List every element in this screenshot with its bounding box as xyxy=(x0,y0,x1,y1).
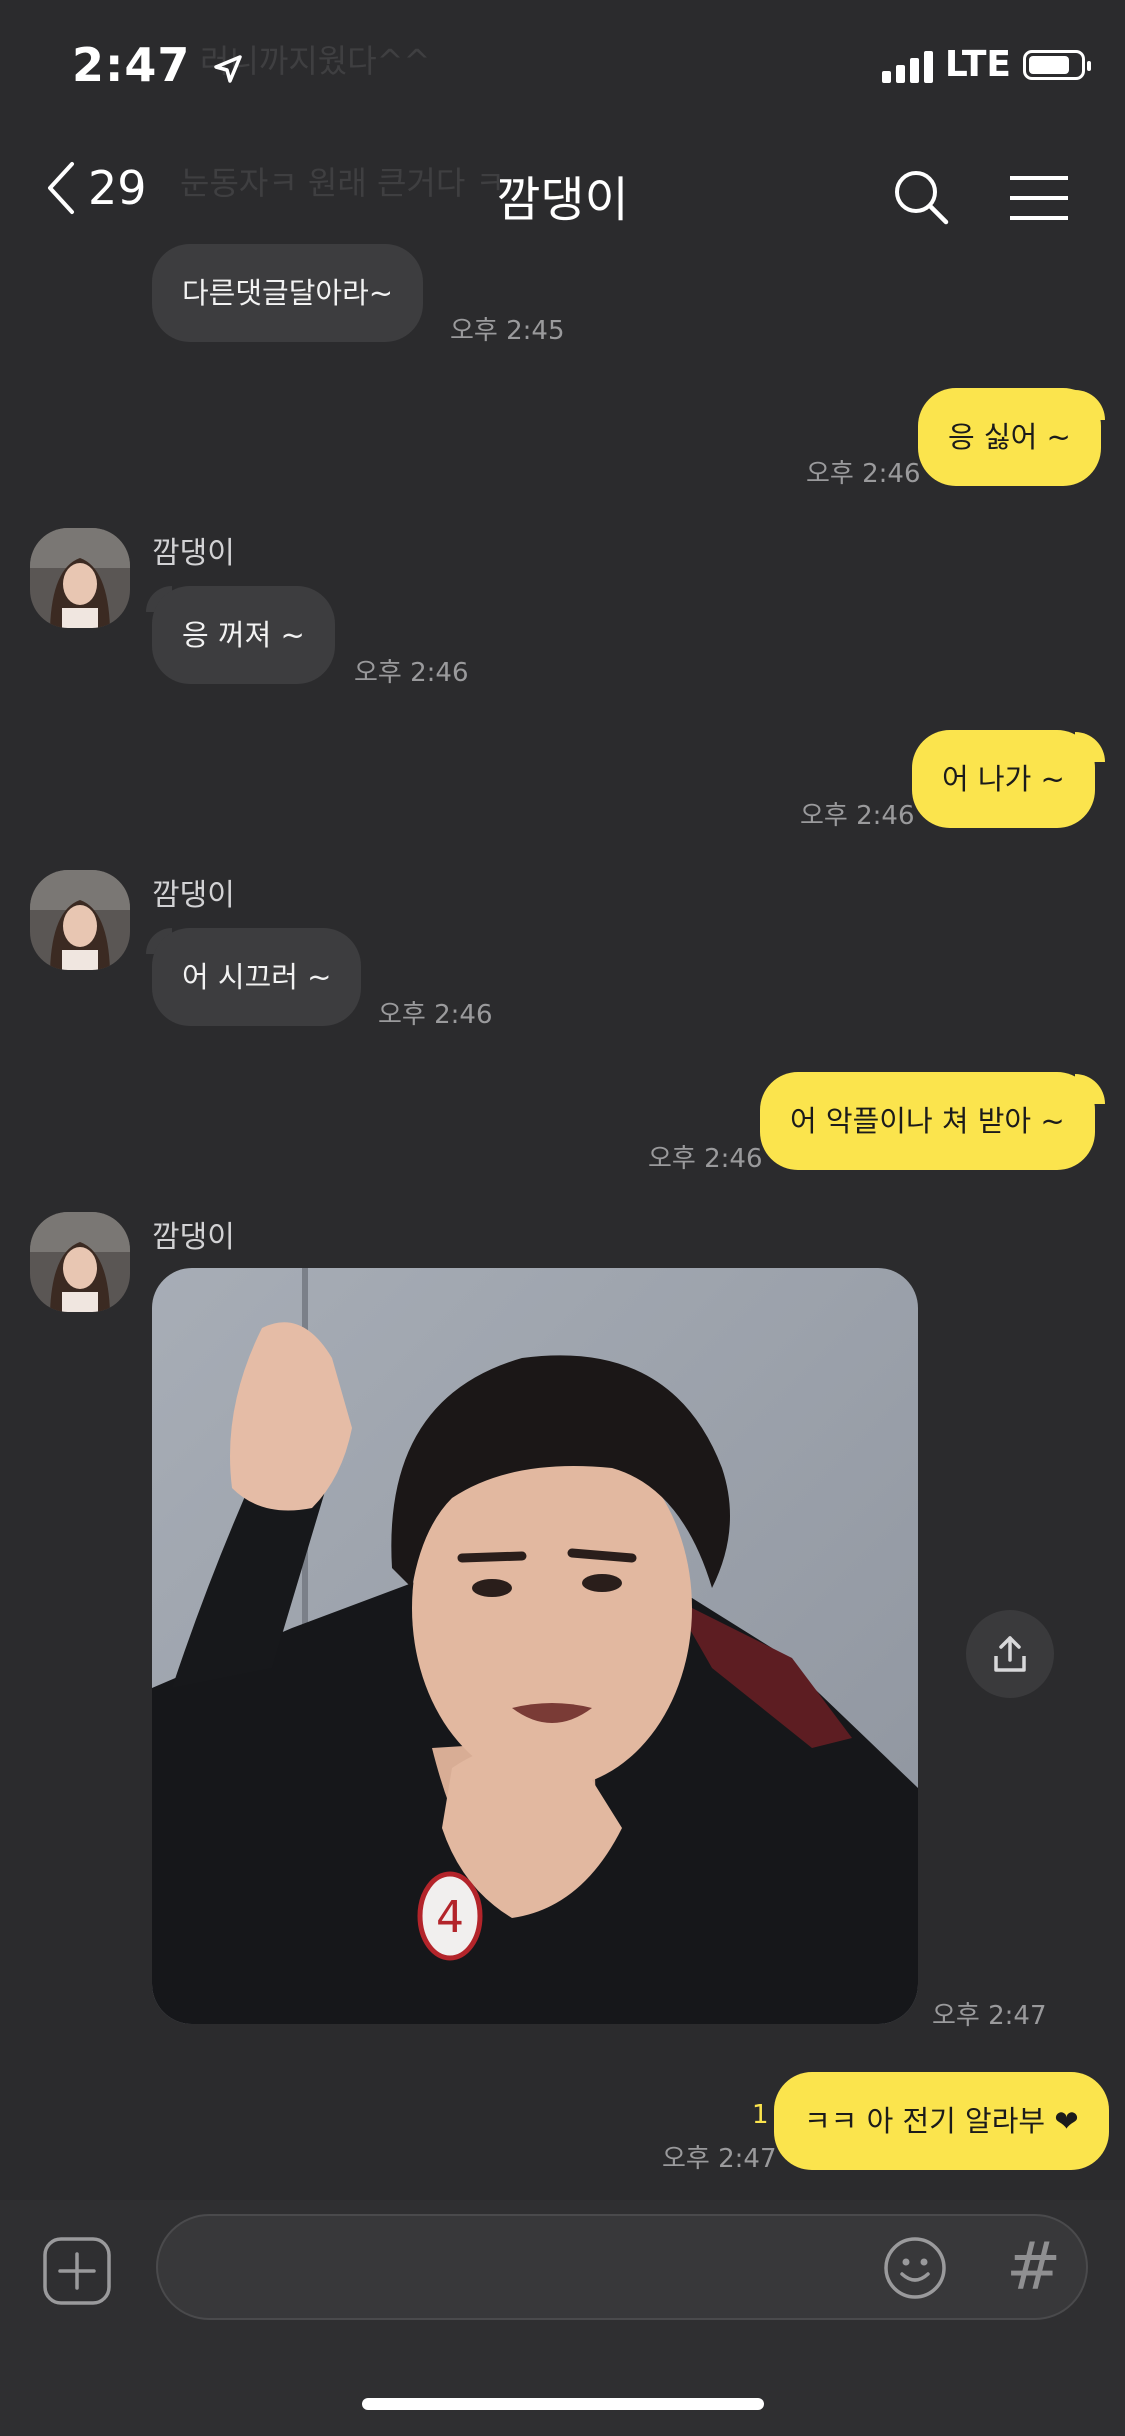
avatar-image xyxy=(30,528,130,628)
photo-image: 4 xyxy=(152,1268,918,2024)
search-icon[interactable] xyxy=(892,168,950,226)
menu-icon[interactable] xyxy=(1008,174,1070,222)
message-bubble[interactable]: 어 시끄러 ~ xyxy=(152,928,362,1026)
status-time: 2:47 xyxy=(72,38,243,92)
message-time: 오후 2:46 xyxy=(648,1144,763,1174)
message-bubble[interactable]: 어 나가 ~ xyxy=(912,730,1095,828)
message-bubble[interactable]: ㅋㅋ 아 전기 알라부 ❤ xyxy=(774,2072,1109,2170)
avatar[interactable] xyxy=(30,1212,130,1312)
share-icon xyxy=(994,1636,1026,1672)
signal-icon xyxy=(881,47,933,83)
jersey-number: 4 xyxy=(436,1892,464,1943)
sender-name: 깜댕이 xyxy=(152,878,235,913)
home-indicator[interactable] xyxy=(362,2398,764,2410)
sender-name: 깜댕이 xyxy=(152,1220,235,1255)
chat-title: 깜댕이 xyxy=(496,172,629,228)
image-message[interactable]: 4 xyxy=(152,1268,918,2024)
message-input[interactable] xyxy=(156,2214,1088,2320)
location-arrow-icon xyxy=(214,54,243,83)
message-time: 오후 2:46 xyxy=(800,801,915,831)
message-time: 오후 2:47 xyxy=(662,2144,777,2174)
message-time: 오후 2:46 xyxy=(806,459,921,489)
message-bubble[interactable]: 어 악플이나 쳐 받아 ~ xyxy=(760,1072,1095,1170)
share-button[interactable] xyxy=(966,1610,1054,1698)
emoji-icon[interactable] xyxy=(883,2236,947,2300)
status-indicators: LTE xyxy=(881,44,1091,85)
message-bubble[interactable]: 다른댓글달아라~ xyxy=(152,244,424,342)
battery-icon xyxy=(1023,49,1091,80)
plus-icon[interactable] xyxy=(42,2236,112,2306)
message-bubble[interactable]: 응 꺼져 ~ xyxy=(152,586,335,684)
back-button[interactable]: 29 xyxy=(44,160,147,216)
avatar-image xyxy=(30,870,130,970)
message-time: 오후 2:45 xyxy=(450,316,565,346)
message-time: 오후 2:46 xyxy=(378,1000,493,1030)
sender-name: 깜댕이 xyxy=(152,536,235,571)
status-time-text: 2:47 xyxy=(72,38,191,92)
hashtag-icon[interactable]: # xyxy=(1006,2228,1061,2305)
avatar[interactable] xyxy=(30,870,130,970)
avatar-image xyxy=(30,1212,130,1312)
back-chevron-icon xyxy=(48,162,74,214)
unread-chats-count: 29 xyxy=(88,161,147,215)
message-bubble[interactable]: 응 싫어 ~ xyxy=(918,388,1101,486)
message-time: 오후 2:46 xyxy=(354,658,469,688)
message-time: 오후 2:47 xyxy=(932,2001,1047,2031)
avatar[interactable] xyxy=(30,528,130,628)
network-label: LTE xyxy=(944,44,1011,85)
unread-count: 1 xyxy=(752,2100,769,2130)
